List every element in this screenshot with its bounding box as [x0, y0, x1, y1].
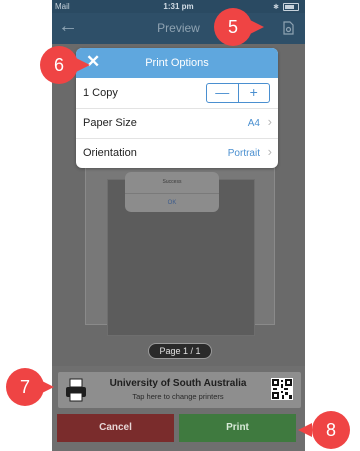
callout-5-pointer [250, 20, 264, 34]
callout-5: 5 [214, 8, 252, 46]
battery-icon [283, 3, 299, 11]
callout-7: 7 [6, 368, 44, 406]
copies-stepper: — + [206, 83, 270, 103]
qr-code-icon[interactable] [271, 378, 293, 400]
status-bar: Mail 1:31 pm ✱ [52, 0, 305, 13]
paper-size-row[interactable]: Paper Size A4 › [76, 108, 278, 139]
dialog-title: Print Options [145, 57, 209, 69]
chevron-right-icon: › [267, 144, 272, 159]
page-indicator: Page 1 / 1 [148, 343, 212, 359]
printer-icon [66, 378, 86, 402]
preview-alert-text: Success [162, 179, 182, 185]
orientation-label: Orientation [83, 147, 137, 159]
increment-button[interactable]: + [239, 84, 270, 102]
status-icons: ✱ [273, 3, 299, 11]
print-settings-icon[interactable] [282, 21, 295, 35]
decrement-button[interactable]: — [207, 84, 239, 102]
dialog-header: ✕ Print Options [76, 48, 278, 78]
printer-name: University of South Australia [109, 378, 247, 389]
printer-selector[interactable]: University of South Australia Tap here t… [58, 372, 301, 408]
status-time: 1:31 pm [163, 2, 194, 11]
navigation-bar: ← Preview [52, 13, 305, 44]
orientation-value: Portrait [227, 148, 260, 159]
preview-alert-image: Success OK [125, 172, 219, 212]
paper-size-label: Paper Size [83, 117, 137, 129]
bluetooth-icon: ✱ [273, 4, 279, 11]
chevron-right-icon: › [267, 114, 272, 129]
copies-label: 1 Copy [83, 87, 118, 99]
print-button[interactable]: Print [179, 414, 296, 442]
print-options-dialog: ✕ Print Options 1 Copy — + Paper Size A4… [76, 48, 278, 168]
preview-alert-divider [125, 193, 219, 194]
callout-8: 8 [312, 411, 350, 449]
change-printer-hint: Tap here to change printers [132, 392, 224, 401]
copies-row: 1 Copy — + [76, 78, 278, 109]
callout-8-pointer [298, 423, 312, 437]
cancel-button[interactable]: Cancel [57, 414, 174, 442]
page-title: Preview [157, 21, 200, 35]
preview-alert-ok: OK [167, 200, 177, 206]
callout-6-pointer [76, 58, 90, 72]
orientation-row[interactable]: Orientation Portrait › [76, 138, 278, 168]
callout-6: 6 [40, 46, 78, 84]
paper-size-value: A4 [247, 118, 260, 129]
